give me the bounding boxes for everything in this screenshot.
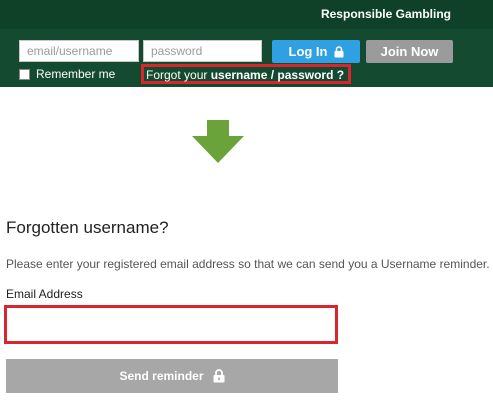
join-now-button[interactable]: Join Now [366,40,453,63]
forgot-credentials-link[interactable]: Forgot your username / password ? [146,68,344,82]
password-input[interactable] [143,40,262,62]
top-strip: Responsible Gambling [0,0,493,29]
responsible-gambling-link[interactable]: Responsible Gambling [321,7,451,21]
instruction-text: Please enter your registered email addre… [6,257,490,271]
forgot-link-text: username / password ? [210,68,345,82]
join-label: Join Now [380,44,439,59]
remember-me[interactable]: Remember me [19,67,115,81]
remember-checkbox[interactable] [19,68,30,80]
username-input[interactable] [19,40,139,62]
email-address-input[interactable] [10,311,336,340]
forgot-prefix: Forgot your [146,68,211,82]
remember-label: Remember me [36,67,116,81]
email-address-label: Email Address [6,287,83,301]
send-reminder-label: Send reminder [119,369,204,383]
site-header: Responsible Gambling Log In Join Now Rem… [0,0,493,87]
lock-icon [334,45,344,58]
lock-icon [213,369,225,383]
down-arrow-icon [192,120,244,163]
page-title: Forgotten username? [6,218,169,237]
login-button[interactable]: Log In [272,40,360,63]
send-reminder-button[interactable]: Send reminder [6,359,338,393]
login-label: Log In [288,44,328,59]
